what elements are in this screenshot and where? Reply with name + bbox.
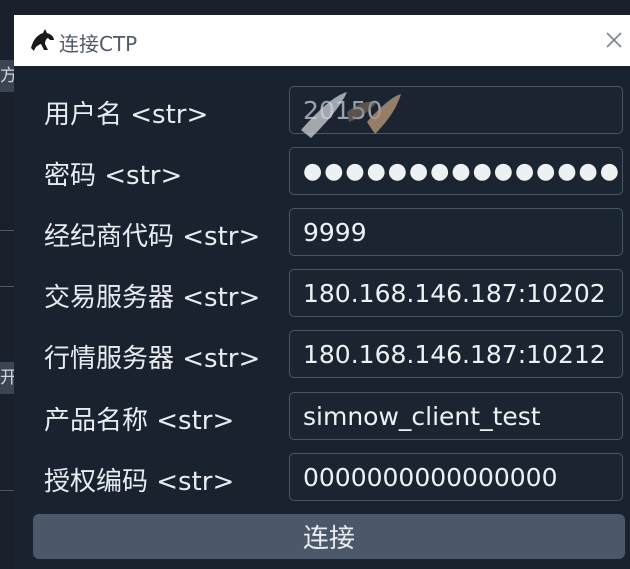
- password-input[interactable]: ●●●●●●●●●●●●●●●: [289, 147, 623, 195]
- form-row-auth-code: 授权编码 <str>: [14, 453, 630, 503]
- form-row-password: 密码 <str> ●●●●●●●●●●●●●●●: [14, 147, 630, 197]
- auth-code-input[interactable]: [289, 453, 623, 501]
- trade-server-label: 交易服务器 <str>: [44, 283, 261, 313]
- trade-server-input[interactable]: [289, 269, 623, 317]
- broker-id-label: 经纪商代码 <str>: [44, 222, 261, 252]
- background-tab-fragment: 方: [0, 60, 14, 92]
- product-name-label: 产品名称 <str>: [44, 406, 235, 436]
- market-server-label: 行情服务器 <str>: [44, 344, 261, 374]
- connect-ctp-dialog: 连接CTP 用户名 <str> 密码 <str> ●●●●●●●●●●●●●●●…: [14, 15, 630, 569]
- auth-code-label: 授权编码 <str>: [44, 467, 235, 497]
- market-server-input[interactable]: [289, 330, 623, 378]
- username-label: 用户名 <str>: [44, 100, 209, 130]
- form-row-broker-id: 经纪商代码 <str>: [14, 208, 630, 258]
- close-icon: [606, 32, 622, 48]
- close-button[interactable]: [602, 27, 626, 53]
- password-mask: ●●●●●●●●●●●●●●●: [303, 158, 621, 184]
- password-label: 密码 <str>: [44, 161, 183, 191]
- background-tab-fragment: 开: [0, 362, 14, 394]
- connect-button[interactable]: 连接: [33, 514, 625, 559]
- username-input[interactable]: [289, 86, 623, 134]
- form-row-trade-server: 交易服务器 <str>: [14, 269, 630, 319]
- product-name-input[interactable]: [289, 392, 623, 440]
- broker-id-input[interactable]: [289, 208, 623, 256]
- form-row-product-name: 产品名称 <str>: [14, 392, 630, 442]
- dialog-title: 连接CTP: [59, 32, 138, 56]
- dialog-titlebar[interactable]: 连接CTP: [14, 15, 630, 66]
- form-row-username: 用户名 <str>: [14, 86, 630, 136]
- form-row-market-server: 行情服务器 <str>: [14, 330, 630, 380]
- horse-logo-icon: [28, 26, 56, 54]
